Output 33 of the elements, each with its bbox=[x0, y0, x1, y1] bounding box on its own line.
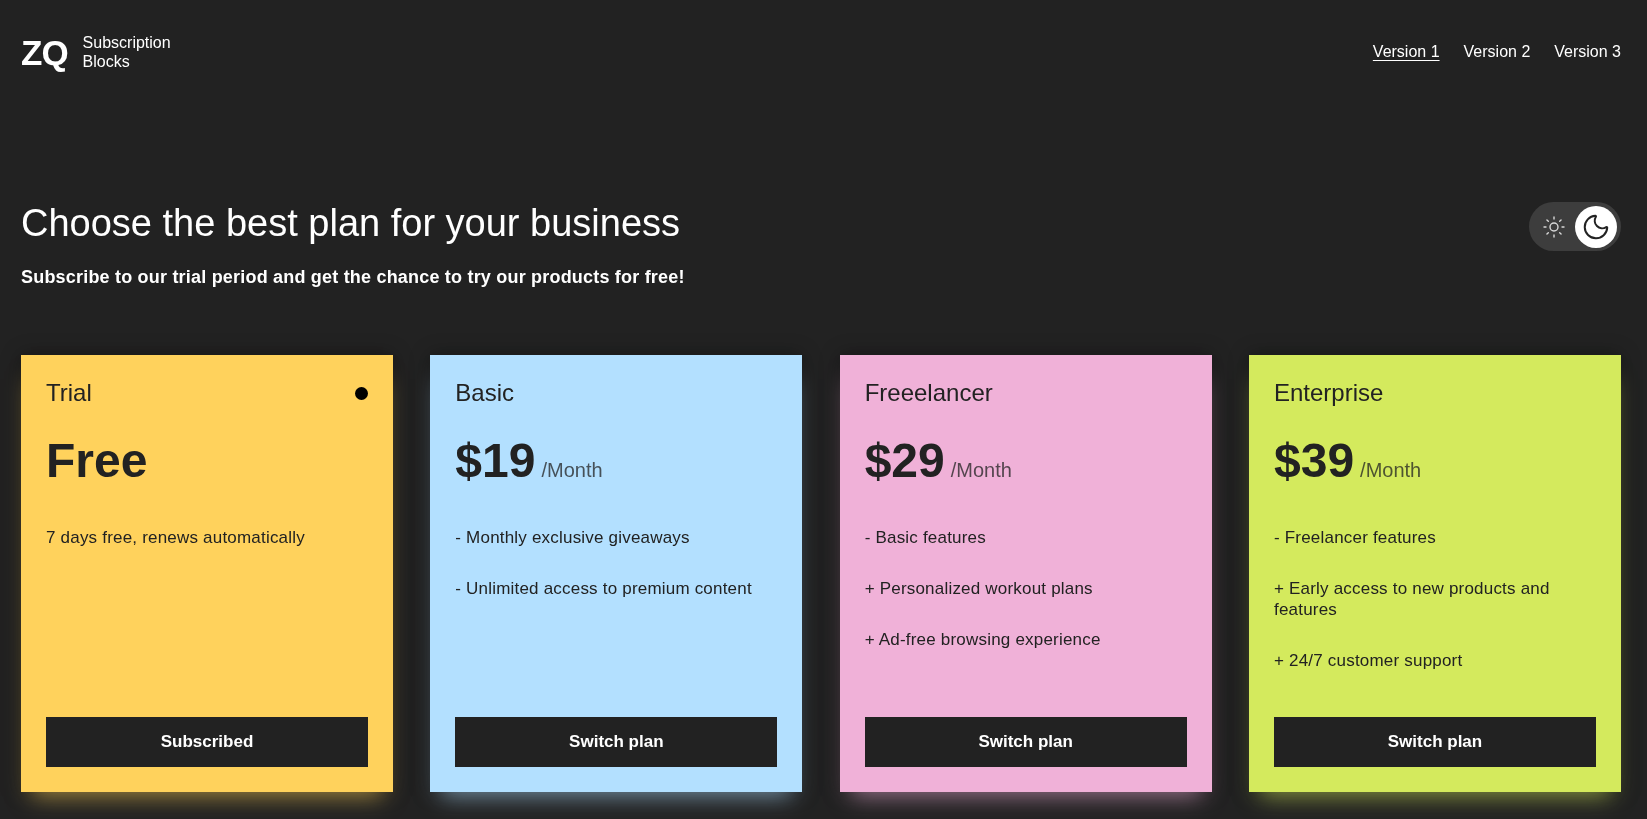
toggle-knob[interactable] bbox=[1575, 205, 1617, 248]
plan-name: Enterprise bbox=[1274, 378, 1384, 408]
plan-feature: 7 days free, renews automatically bbox=[46, 527, 306, 548]
plan-button[interactable]: Switch plan bbox=[1274, 717, 1596, 767]
nav-link[interactable]: Version 1 bbox=[1372, 43, 1440, 61]
plan-feature: - Monthly exclusive giveaways bbox=[455, 527, 691, 548]
price-period: /Month bbox=[541, 459, 603, 482]
plan-button[interactable]: Switch plan bbox=[864, 717, 1187, 767]
plan-name: Trial bbox=[46, 378, 92, 408]
plan-feature: + Ad-free browsing experience bbox=[864, 629, 1102, 650]
price-period: /Month bbox=[1360, 459, 1422, 482]
plan-name: Freeelancer bbox=[864, 378, 993, 408]
plan-feature: + 24/7 customer support bbox=[1274, 650, 1464, 671]
plan-feature: - Unlimited access to premium content bbox=[455, 578, 753, 599]
plan-button[interactable]: Subscribed bbox=[46, 717, 368, 767]
logo-text: Subscription Blocks bbox=[82, 33, 171, 71]
plan-feature: - Basic features bbox=[864, 527, 987, 548]
nav-link[interactable]: Version 3 bbox=[1554, 43, 1621, 61]
plan-price: $39 bbox=[1274, 433, 1355, 489]
plan-price: $29 bbox=[864, 433, 945, 489]
page-title: Choose the best plan for your business bbox=[21, 201, 682, 246]
price-period: /Month bbox=[950, 459, 1012, 482]
page-subtitle: Subscribe to our trial period and get the chance to try our products for free! bbox=[21, 266, 685, 288]
plan-button[interactable]: Switch plan bbox=[455, 717, 778, 767]
plan-feature: + Early access to new products and features bbox=[1274, 578, 1551, 620]
plan-name: Basic bbox=[455, 378, 514, 408]
logo-mark: ZQ bbox=[21, 34, 68, 70]
plan-feature: + Personalized workout plans bbox=[864, 578, 1094, 599]
theme-toggle[interactable] bbox=[1529, 202, 1621, 251]
plan-price: Free bbox=[46, 433, 148, 489]
plan-feature: - Freelancer features bbox=[1274, 527, 1437, 548]
plan-price: $19 bbox=[455, 433, 536, 489]
nav-link[interactable]: Version 2 bbox=[1463, 43, 1531, 61]
